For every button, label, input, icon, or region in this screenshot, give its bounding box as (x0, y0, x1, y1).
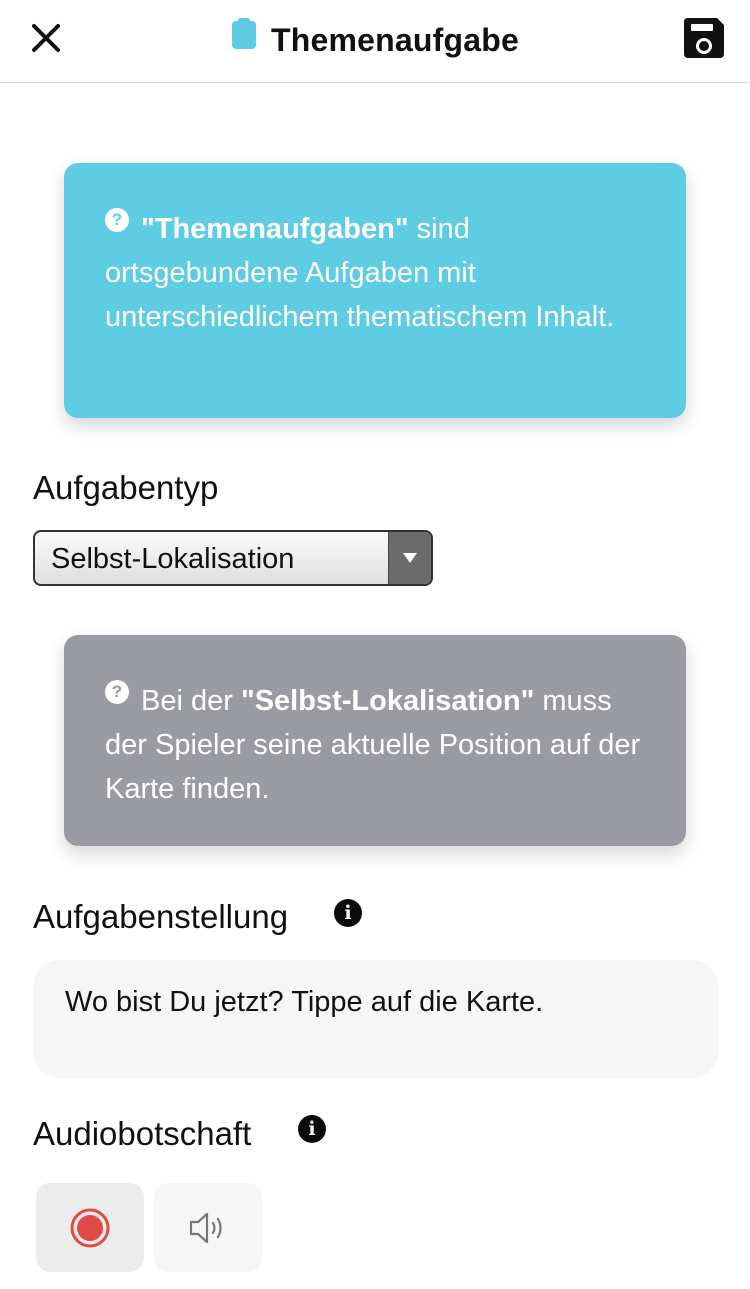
save-disk-icon (683, 18, 724, 58)
type-box-highlight: "Selbst-Lokalisation" (240, 685, 535, 717)
task-statement-label: Aufgabenstellung (33, 898, 289, 935)
close-button[interactable] (24, 16, 68, 60)
info-icon[interactable]: i (298, 1115, 326, 1143)
record-icon (70, 1208, 110, 1247)
intro-highlight: "Themenaufgaben" (141, 213, 409, 245)
page-title: Themenaufgabe (231, 18, 519, 59)
task-type-select[interactable]: Selbst-Lokalisation (33, 530, 433, 586)
question-icon: ? (105, 208, 129, 232)
play-audio-button[interactable] (154, 1183, 262, 1272)
close-icon (32, 24, 60, 52)
save-button[interactable] (680, 14, 728, 62)
chevron-down-icon[interactable] (388, 532, 431, 584)
speaker-icon (189, 1212, 222, 1243)
clipboard-icon (232, 18, 256, 49)
task-type-label: Aufgabentyp (33, 469, 219, 506)
type-box-prefix: Bei der (141, 685, 241, 717)
task-statement-input[interactable]: Wo bist Du jetzt? Tippe auf die Karte. (33, 960, 718, 1078)
top-bar: Themenaufgabe (0, 0, 750, 83)
page-title-text: Themenaufgabe (271, 21, 519, 58)
record-audio-button[interactable] (36, 1183, 144, 1272)
audio-label: Audiobotschaft (33, 1115, 252, 1152)
task-type-selected-value: Selbst-Lokalisation (51, 543, 295, 575)
intro-info-box: ? "Themenaufgaben" sind ortsgebundene Auf… (64, 163, 686, 418)
task-type-info-box: ? Bei der "Selbst-Lokalisation" muss der … (64, 635, 686, 846)
question-icon: ? (105, 680, 129, 704)
info-icon[interactable]: i (334, 899, 362, 927)
